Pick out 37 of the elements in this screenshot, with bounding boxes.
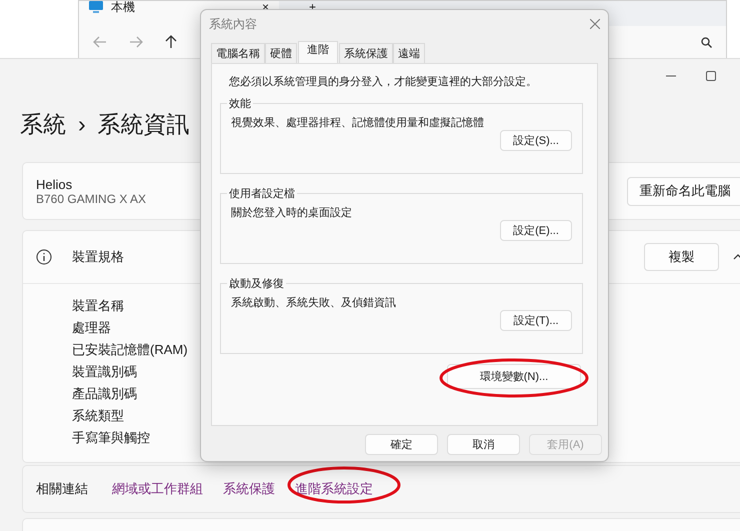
settings-button[interactable]: 設定(S)... (500, 130, 572, 151)
tab-title: 本機 (111, 1, 136, 14)
dialog-tab[interactable]: 系統保護 (339, 43, 393, 63)
dialog-tab[interactable]: 進階 (298, 41, 338, 63)
group-description: 視覺效果、處理器排程、記憶體使用量和虛擬記憶體 (231, 116, 485, 130)
admin-notice: 您必須以系統管理員的身分登入，才能變更這裡的大部分設定。 (229, 74, 538, 90)
breadcrumb-separator: › (78, 111, 86, 138)
spec-label: 已安裝記憶體(RAM) (72, 341, 188, 359)
environment-variables-button[interactable]: 環境變數(N)... (447, 364, 581, 389)
device-name: Helios (36, 176, 72, 192)
group-description: 系統啟動、系統失敗、及偵錯資訊 (231, 296, 397, 310)
group-title: 啟動及修復 (228, 277, 285, 291)
rename-button[interactable]: 重新命名此電腦 (627, 176, 740, 206)
dialog-button[interactable]: 確定 (365, 434, 438, 455)
group-title: 使用者設定檔 (228, 186, 296, 201)
spec-label: 手寫筆與觸控 (72, 429, 150, 447)
spec-label: 處理器 (72, 319, 111, 337)
group-title: 效能 (228, 97, 252, 111)
related-links-label: 相關連結 (36, 480, 88, 498)
page-title: 系統資訊 (98, 110, 190, 139)
spec-label: 產品識別碼 (72, 385, 137, 403)
settings-link[interactable]: 系統保護 (223, 481, 275, 496)
settings-button[interactable]: 設定(E)... (500, 220, 572, 241)
dialog-tab[interactable]: 遠端 (393, 43, 425, 63)
dialog-tab[interactable]: 硬體 (265, 43, 297, 63)
spec-label: 裝置識別碼 (72, 363, 137, 381)
copy-button[interactable]: 複製 (644, 243, 719, 271)
device-model: B760 GAMING X AX (36, 192, 146, 206)
dialog-tab[interactable]: 電腦名稱 (211, 43, 265, 63)
breadcrumb-item[interactable]: 系統 (20, 109, 66, 140)
settings-button[interactable]: 設定(T)... (500, 310, 572, 331)
spec-label: 裝置名稱 (72, 297, 124, 315)
group-description: 關於您登入時的桌面設定 (231, 206, 353, 220)
settings-link[interactable]: 網域或工作群組 (112, 481, 203, 496)
dialog-button[interactable]: 取消 (447, 434, 520, 455)
section-title: 裝置規格 (72, 248, 125, 266)
spec-label: 系統類型 (72, 407, 124, 425)
